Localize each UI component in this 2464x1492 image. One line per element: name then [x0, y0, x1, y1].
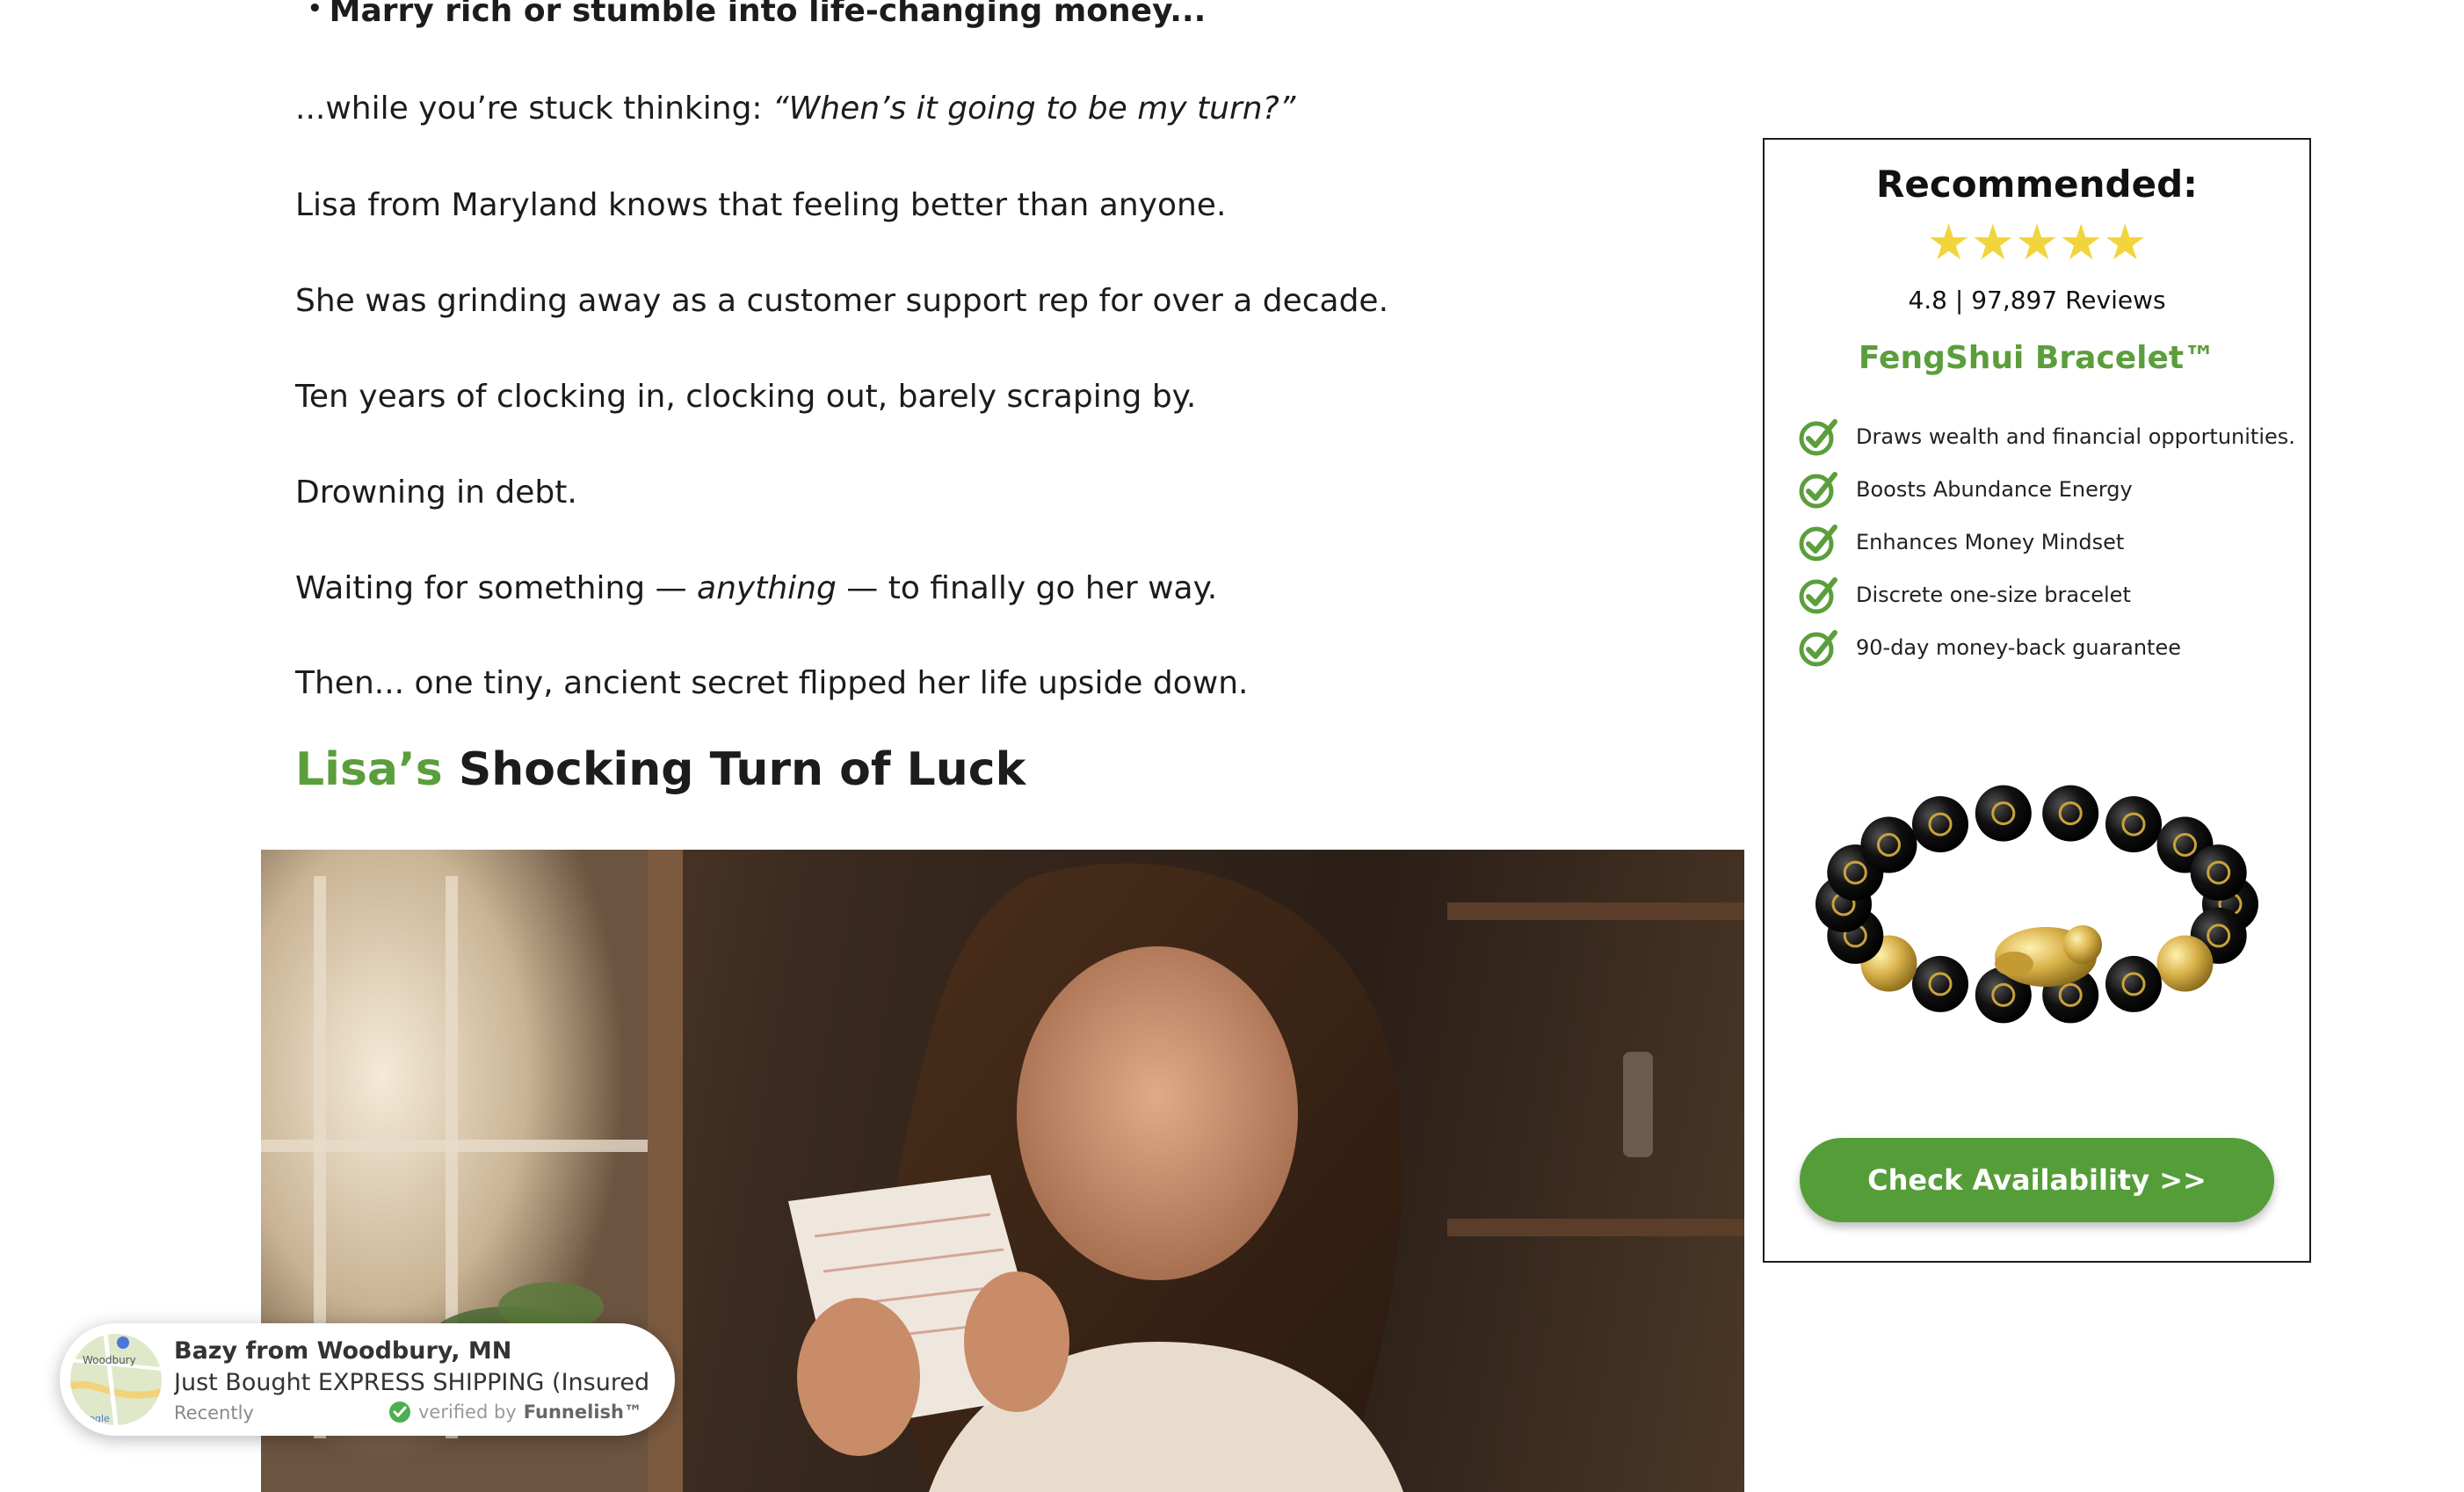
rating-text: 4.8 | 97,897 Reviews	[1908, 286, 2166, 315]
purchase-time: Recently	[174, 1402, 254, 1423]
check-circle-icon	[1799, 419, 1837, 456]
bracelet-bead	[2190, 844, 2247, 902]
rating-stars-icon: ★★★★★	[1926, 214, 2148, 272]
map-pin-icon	[117, 1336, 129, 1349]
product-card: Recommended: ★★★★★ 4.8 | 97,897 Reviews …	[1763, 138, 2311, 1263]
bracelet-bead	[2105, 955, 2162, 1012]
bullet-item: • Marry rich or stumble into life-changin…	[308, 0, 1206, 29]
verified-check-icon	[389, 1401, 410, 1423]
paragraph-secret: Then... one tiny, ancient secret flipped…	[295, 665, 1249, 701]
check-availability-button[interactable]: Check Availability >>	[1800, 1138, 2274, 1222]
purchase-detail: Just Bought EXPRESS SHIPPING (Insured & …	[174, 1369, 656, 1396]
paragraph-waiting: Waiting for something — anything — to fi…	[295, 568, 1217, 610]
buyer-name: Bazy from Woodbury, MN	[174, 1337, 512, 1365]
check-circle-icon	[1799, 525, 1837, 561]
bracelet-bead	[2156, 935, 2214, 992]
feature-text: 90-day money-back guarantee	[1856, 635, 2181, 660]
paragraph-lisa: Lisa from Maryland knows that feeling be…	[295, 187, 1227, 223]
feature-list: Draws wealth and financial opportunities…	[1798, 410, 2295, 674]
paragraph-waiting-c: — to finally go her way.	[836, 570, 1218, 606]
bracelet-bead	[1975, 785, 2032, 842]
landing-page: • Marry rich or stumble into life-changin…	[0, 0, 2464, 1492]
verified-prefix: verified by	[418, 1401, 517, 1423]
bracelet-bead	[2105, 796, 2162, 853]
card-title: Recommended:	[1876, 163, 2198, 206]
feature-item: Draws wealth and financial opportunities…	[1798, 410, 2295, 463]
product-name: FengShui Bracelet™	[1858, 340, 2216, 376]
feature-text: Discrete one-size bracelet	[1856, 583, 2131, 607]
paragraph-quote: “When’s it going to be my turn?”	[772, 91, 1296, 127]
location-map: Woodbury Google	[70, 1334, 162, 1425]
feature-text: Enhances Money Mindset	[1856, 530, 2125, 554]
map-thumbnail: Woodbury Google	[70, 1334, 162, 1425]
bracelet-bead	[1912, 796, 1968, 853]
feature-item: Boosts Abundance Energy	[1798, 463, 2290, 516]
map-label: Woodbury	[83, 1354, 136, 1366]
headline-highlight: Lisa’s	[295, 743, 443, 796]
check-circle-icon	[1799, 630, 1837, 667]
feature-text: Boosts Abundance Energy	[1856, 477, 2133, 502]
paragraph-turn: ...while you’re stuck thinking: “When’s …	[295, 88, 1295, 130]
feature-item: 90-day money-back guarantee	[1798, 621, 2290, 674]
paragraph-debt: Drowning in debt.	[295, 474, 577, 511]
bracelet-bead	[1912, 955, 1968, 1012]
bullet-text: Marry rich or stumble into life-changing…	[329, 0, 1207, 29]
product-image	[1815, 785, 2258, 1024]
verified-brand: Funnelish™	[523, 1401, 642, 1423]
map-brand: Google	[76, 1413, 110, 1424]
feature-text: Draws wealth and financial opportunities…	[1856, 424, 2295, 449]
paragraph-waiting-emphasis: anything	[697, 570, 837, 606]
check-circle-icon	[1799, 577, 1837, 614]
feature-item: Discrete one-size bracelet	[1798, 569, 2290, 621]
bracelet-bead	[1860, 816, 1917, 873]
paragraph-job: She was grinding away as a customer supp…	[295, 283, 1389, 319]
section-headline: Lisa’s Shocking Turn of Luck	[295, 743, 1025, 796]
paragraph-lead: ...while you’re stuck thinking:	[295, 91, 772, 127]
headline-rest: Shocking Turn of Luck	[442, 743, 1026, 796]
verified-badge: verified by Funnelish™	[388, 1401, 642, 1423]
bullet-dot-icon: •	[308, 0, 322, 22]
paragraph-waiting-a: Waiting for something —	[295, 570, 698, 606]
purchase-notification[interactable]: Woodbury Google Bazy from Woodbury, MN J…	[60, 1323, 675, 1436]
check-circle-icon	[1799, 472, 1837, 509]
paragraph-years: Ten years of clocking in, clocking out, …	[295, 379, 1197, 415]
bracelet-bead	[2042, 785, 2099, 842]
feature-item: Enhances Money Mindset	[1798, 516, 2290, 569]
